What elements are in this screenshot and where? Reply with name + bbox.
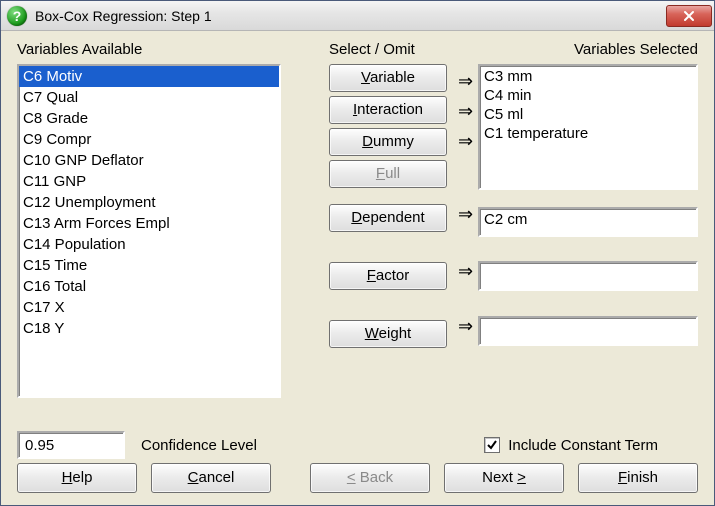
select-omit-heading: Select / Omit (329, 41, 455, 58)
include-constant-checkbox[interactable] (484, 437, 500, 453)
weight-box[interactable] (478, 316, 698, 346)
nav-button-row: Help Cancel < Back Next > Finish (17, 463, 698, 493)
list-item[interactable]: C14 Population (19, 234, 279, 255)
dependent-button[interactable]: Dependent (329, 204, 447, 232)
help-button[interactable]: Help (17, 463, 137, 493)
arrow-icon: ⇒ (458, 127, 478, 155)
list-item[interactable]: C9 Compr (19, 129, 279, 150)
list-item[interactable]: C5 ml (484, 105, 692, 124)
include-constant-wrap[interactable]: Include Constant Term (484, 437, 658, 454)
factor-button[interactable]: Factor (329, 262, 447, 290)
cancel-button[interactable]: Cancel (151, 463, 271, 493)
dialog-content: Variables Available C6 MotivC7 QualC8 Gr… (1, 31, 714, 505)
factor-box[interactable] (478, 261, 698, 291)
list-item[interactable]: C13 Arm Forces Empl (19, 213, 279, 234)
close-button[interactable] (666, 5, 712, 27)
selected-column: Variables Selected C3 mmC4 minC5 mlC1 te… (478, 41, 698, 346)
arrow-icon: ⇒ (458, 257, 478, 285)
title-bar: ? Box-Cox Regression: Step 1 (1, 1, 714, 31)
available-column: Variables Available C6 MotivC7 QualC8 Gr… (17, 41, 281, 398)
next-button[interactable]: Next > (444, 463, 564, 493)
list-item[interactable]: C15 Time (19, 255, 279, 276)
confidence-input[interactable] (17, 431, 125, 459)
dependent-box[interactable]: C2 cm (478, 207, 698, 237)
back-button: < Back (310, 463, 430, 493)
list-item[interactable]: C12 Unemployment (19, 192, 279, 213)
list-item[interactable]: C8 Grade (19, 108, 279, 129)
list-item[interactable]: C16 Total (19, 276, 279, 297)
arrow-icon: ⇒ (458, 67, 478, 95)
options-row: Confidence Level Include Constant Term (17, 431, 698, 459)
arrow-icon: ⇒ (458, 312, 478, 340)
list-item[interactable]: C7 Qual (19, 87, 279, 108)
available-listbox[interactable]: C6 MotivC7 QualC8 GradeC9 ComprC10 GNP D… (17, 64, 281, 398)
include-constant-label: Include Constant Term (508, 437, 658, 454)
list-item[interactable]: C3 mm (484, 67, 692, 86)
finish-button[interactable]: Finish (578, 463, 698, 493)
list-item[interactable]: C17 X (19, 297, 279, 318)
selected-heading: Variables Selected (478, 41, 698, 58)
list-item[interactable]: C18 Y (19, 318, 279, 339)
list-item[interactable]: C11 GNP (19, 171, 279, 192)
action-button-column: Variable Interaction Dummy Full Dependen… (329, 64, 455, 348)
interaction-button[interactable]: Interaction (329, 96, 447, 124)
list-item[interactable]: C4 min (484, 86, 692, 105)
select-omit-column: Select / Omit Variable Interaction Dummy… (329, 41, 455, 352)
arrow-column: ⇒ ⇒ ⇒ ⇒ ⇒ ⇒ (458, 67, 478, 342)
list-item[interactable]: C1 temperature (484, 124, 692, 143)
check-icon (486, 439, 498, 451)
selected-variables-box[interactable]: C3 mmC4 minC5 mlC1 temperature (478, 64, 698, 190)
list-item[interactable]: C6 Motiv (19, 66, 279, 87)
dialog-window: ? Box-Cox Regression: Step 1 Variables A… (0, 0, 715, 506)
window-title: Box-Cox Regression: Step 1 (35, 8, 666, 24)
weight-button[interactable]: Weight (329, 320, 447, 348)
full-button: Full (329, 160, 447, 188)
close-icon (683, 10, 695, 22)
arrow-icon: ⇒ (458, 200, 478, 228)
variable-button[interactable]: Variable (329, 64, 447, 92)
confidence-label: Confidence Level (141, 437, 257, 454)
help-icon: ? (7, 6, 27, 26)
list-item[interactable]: C10 GNP Deflator (19, 150, 279, 171)
arrow-icon: ⇒ (458, 97, 478, 125)
available-heading: Variables Available (17, 41, 281, 58)
dummy-button[interactable]: Dummy (329, 128, 447, 156)
